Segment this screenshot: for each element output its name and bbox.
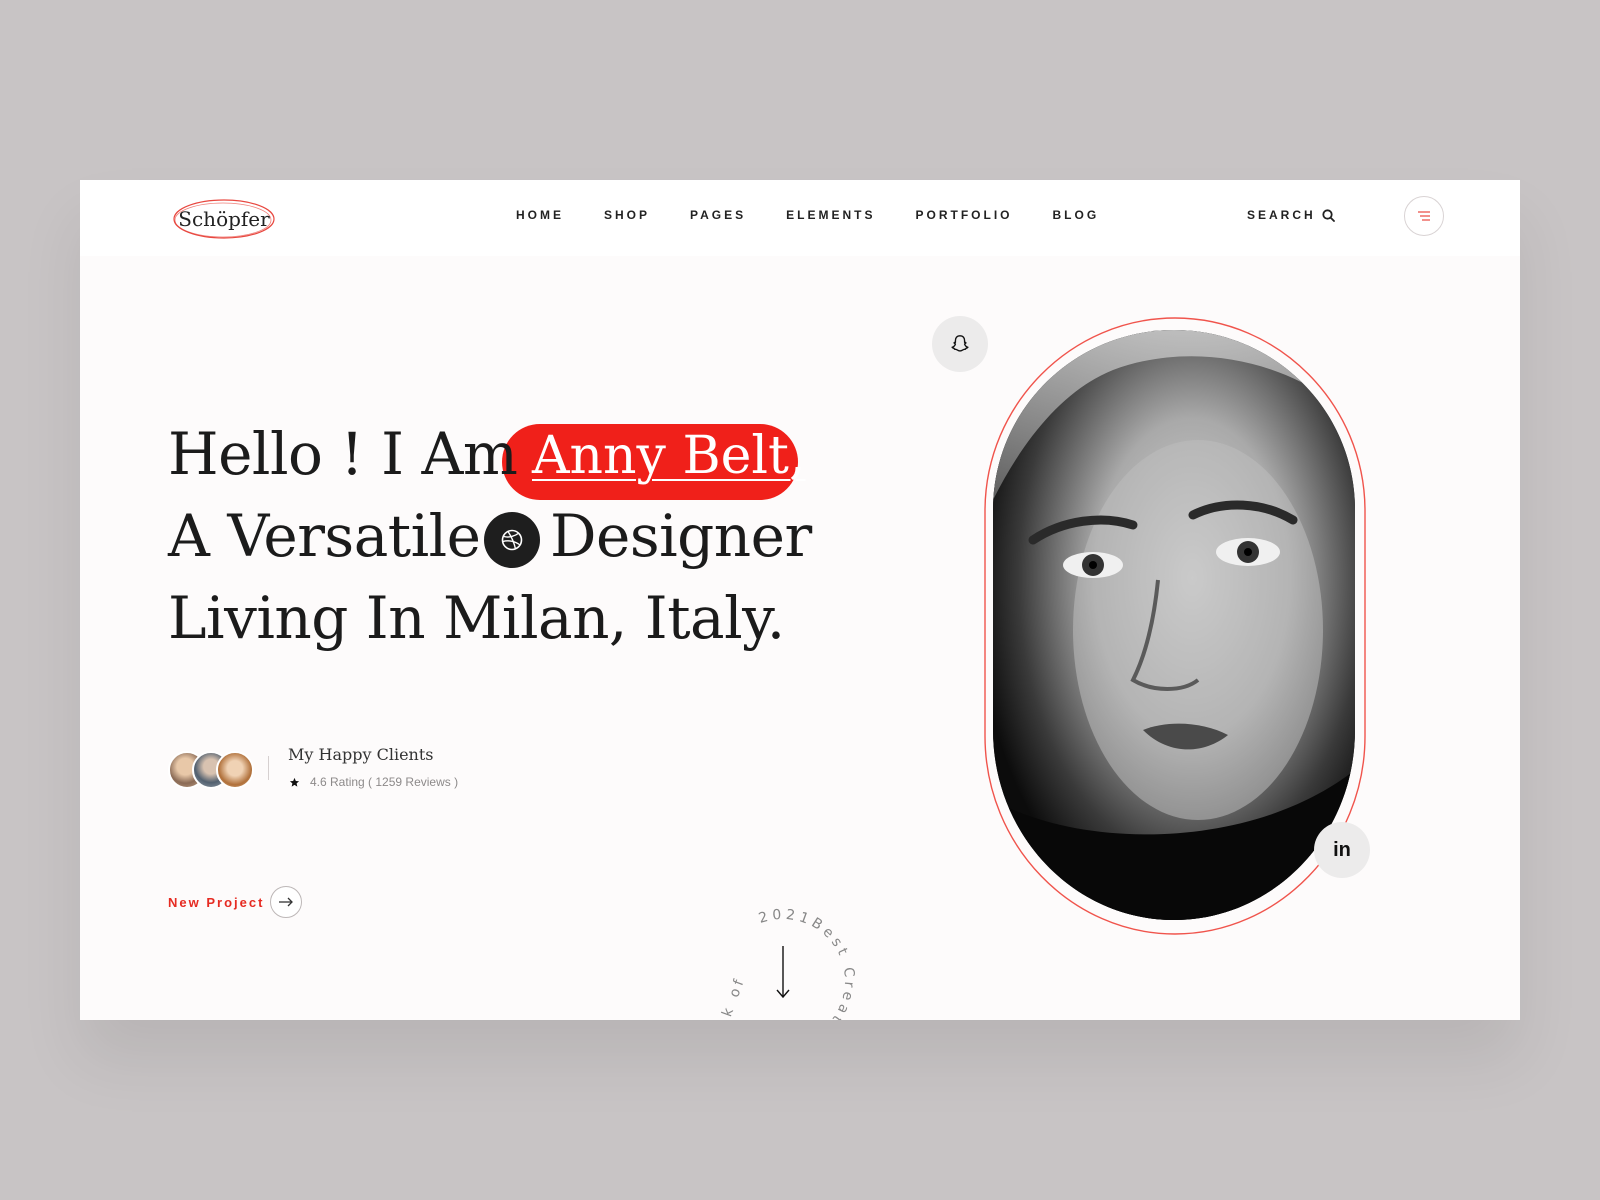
search-icon [1322, 208, 1335, 222]
nav-elements[interactable]: ELEMENTS [786, 208, 875, 222]
svg-text:2021Best Creat: 2021Best Creat [757, 907, 857, 1020]
nav-blog[interactable]: BLOG [1052, 208, 1099, 222]
dribbble-icon [501, 529, 523, 551]
avatar [216, 751, 254, 789]
menu-button[interactable] [1404, 196, 1444, 236]
clients-title: My Happy Clients [288, 745, 434, 764]
hero-line-1: Hello ! I Am [168, 420, 518, 488]
arrow-down-icon [776, 946, 790, 999]
nav-pages[interactable]: PAGES [690, 208, 746, 222]
rating: 4.6 Rating ( 1259 Reviews ) [289, 775, 458, 789]
badge-left-fragment: k of [719, 974, 748, 1019]
nav-home[interactable]: HOME [516, 208, 564, 222]
main-nav: HOME SHOP PAGES ELEMENTS PORTFOLIO BLOG [516, 208, 1099, 222]
nav-shop[interactable]: SHOP [604, 208, 650, 222]
circular-badge-text: 2021Best Creat k of [719, 907, 857, 1020]
snapchat-icon [951, 335, 969, 352]
hero-line-3: Living In Milan, Italy. [168, 584, 785, 652]
logo[interactable]: Schöpfer [172, 198, 276, 240]
nav-portfolio[interactable]: PORTFOLIO [915, 208, 1012, 222]
portrait-photo [993, 330, 1355, 920]
hero-line-2-suffix: Designer [550, 502, 812, 570]
client-avatars [168, 751, 254, 789]
star-icon [289, 777, 300, 787]
hamburger-menu-icon [1418, 211, 1430, 221]
new-project-link[interactable]: New Project [168, 886, 303, 918]
hero-name[interactable]: Anny Belt, [532, 426, 805, 486]
snapchat-button[interactable] [932, 316, 988, 372]
linkedin-icon: in [1333, 838, 1351, 861]
search-label: SEARCH [1247, 208, 1316, 222]
logo-text: Schöpfer [178, 207, 270, 231]
search-button[interactable]: SEARCH [1247, 208, 1335, 222]
divider [268, 756, 269, 780]
hero-line-2-prefix: A Versatile [168, 502, 481, 570]
scroll-badge[interactable]: 2021Best Creat k of [708, 906, 858, 1020]
site-header: Schöpfer HOME SHOP PAGES ELEMENTS PORTFO… [80, 180, 1520, 256]
badge-circular-label: 2021Best Creat [757, 907, 853, 1020]
arrow-right-icon [279, 897, 294, 907]
linkedin-button[interactable]: in [1314, 822, 1370, 878]
new-project-label: New Project [168, 894, 265, 910]
new-project-button[interactable] [270, 886, 303, 918]
rating-text: 4.6 Rating ( 1259 Reviews ) [310, 775, 459, 789]
page-frame: Schöpfer HOME SHOP PAGES ELEMENTS PORTFO… [80, 180, 1520, 1020]
dribbble-button[interactable] [484, 512, 540, 568]
